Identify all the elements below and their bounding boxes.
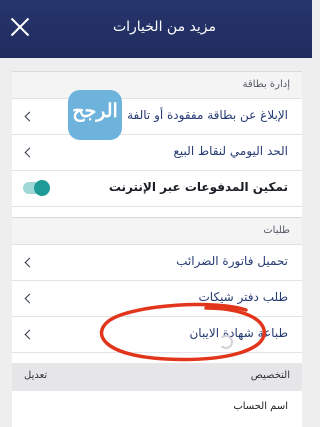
watermark-logo: الرجح <box>68 90 122 140</box>
chevron-left-icon <box>24 147 35 158</box>
chevron-left-icon <box>24 257 35 268</box>
page-title: مزيد من الخيارات <box>112 19 216 35</box>
enable-online-payments-row: تمكين المدفوعات عبر الإنترنت <box>12 171 302 207</box>
customization-bar: تعديل التخصيص <box>12 363 302 391</box>
section-header-requests: طلبات <box>12 217 302 245</box>
logo-text: الرجح <box>72 100 118 122</box>
row-label: الحد اليومي لنقاط البيع <box>173 144 288 158</box>
edit-link[interactable]: تعديل <box>24 370 47 381</box>
row-label: تحميل فاتورة الضرائب <box>176 254 288 268</box>
section-title: طلبات <box>263 225 290 236</box>
account-name-label: اسم الحساب <box>233 401 288 412</box>
chevron-left-icon <box>24 329 35 340</box>
row-label: تمكين المدفوعات عبر الإنترنت <box>108 180 288 194</box>
chevron-left-icon <box>24 293 35 304</box>
section-header-card-management: إدارة بطاقة <box>12 71 302 99</box>
section-title: إدارة بطاقة <box>242 79 290 90</box>
customization-label: التخصيص <box>250 370 290 381</box>
pos-daily-limit-row[interactable]: الحد اليومي لنقاط البيع <box>12 135 302 171</box>
highlight-circle <box>99 302 266 362</box>
row-label: الإبلاغ عن بطاقة مفقودة أو تالفة <box>127 108 288 122</box>
chevron-left-icon <box>24 111 35 122</box>
top-bar: مزيد من الخيارات <box>0 0 312 58</box>
download-tax-invoice-row[interactable]: تحميل فاتورة الضرائب <box>12 245 302 281</box>
toggle-knob <box>34 180 50 196</box>
close-icon[interactable] <box>10 17 30 37</box>
online-payments-toggle[interactable] <box>23 180 50 196</box>
report-lost-card-row[interactable]: الإبلاغ عن بطاقة مفقودة أو تالفة <box>12 99 302 135</box>
